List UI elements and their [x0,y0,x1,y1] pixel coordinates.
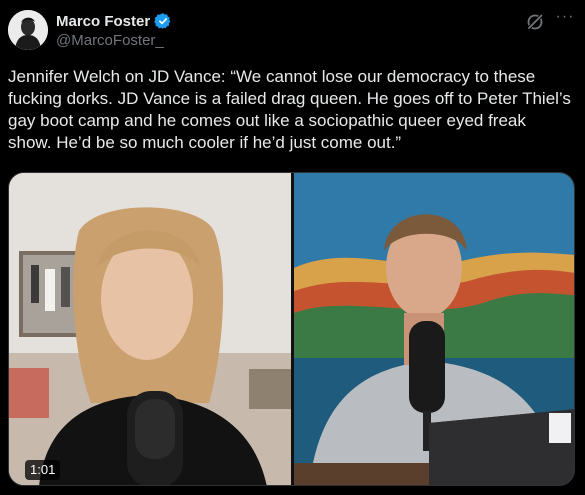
more-icon[interactable]: ··· [555,9,575,30]
video-player[interactable]: 1:01 [8,172,575,486]
author-name[interactable]: Marco Foster [56,13,150,30]
video-thumbnail [9,173,574,485]
video-duration-badge: 1:01 [25,460,61,480]
author-name-row: Marco Foster [56,12,172,30]
verified-badge-icon [154,12,172,30]
author-handle[interactable]: @MarcoFoster_ [56,32,164,49]
post-text: Jennifer Welch on JD Vance: “We cannot l… [8,67,571,152]
avatar-image [8,10,48,50]
post-header: Marco Foster @MarcoFoster_ ··· [8,9,575,54]
avatar[interactable] [8,10,48,50]
grok-icon[interactable] [525,12,545,32]
